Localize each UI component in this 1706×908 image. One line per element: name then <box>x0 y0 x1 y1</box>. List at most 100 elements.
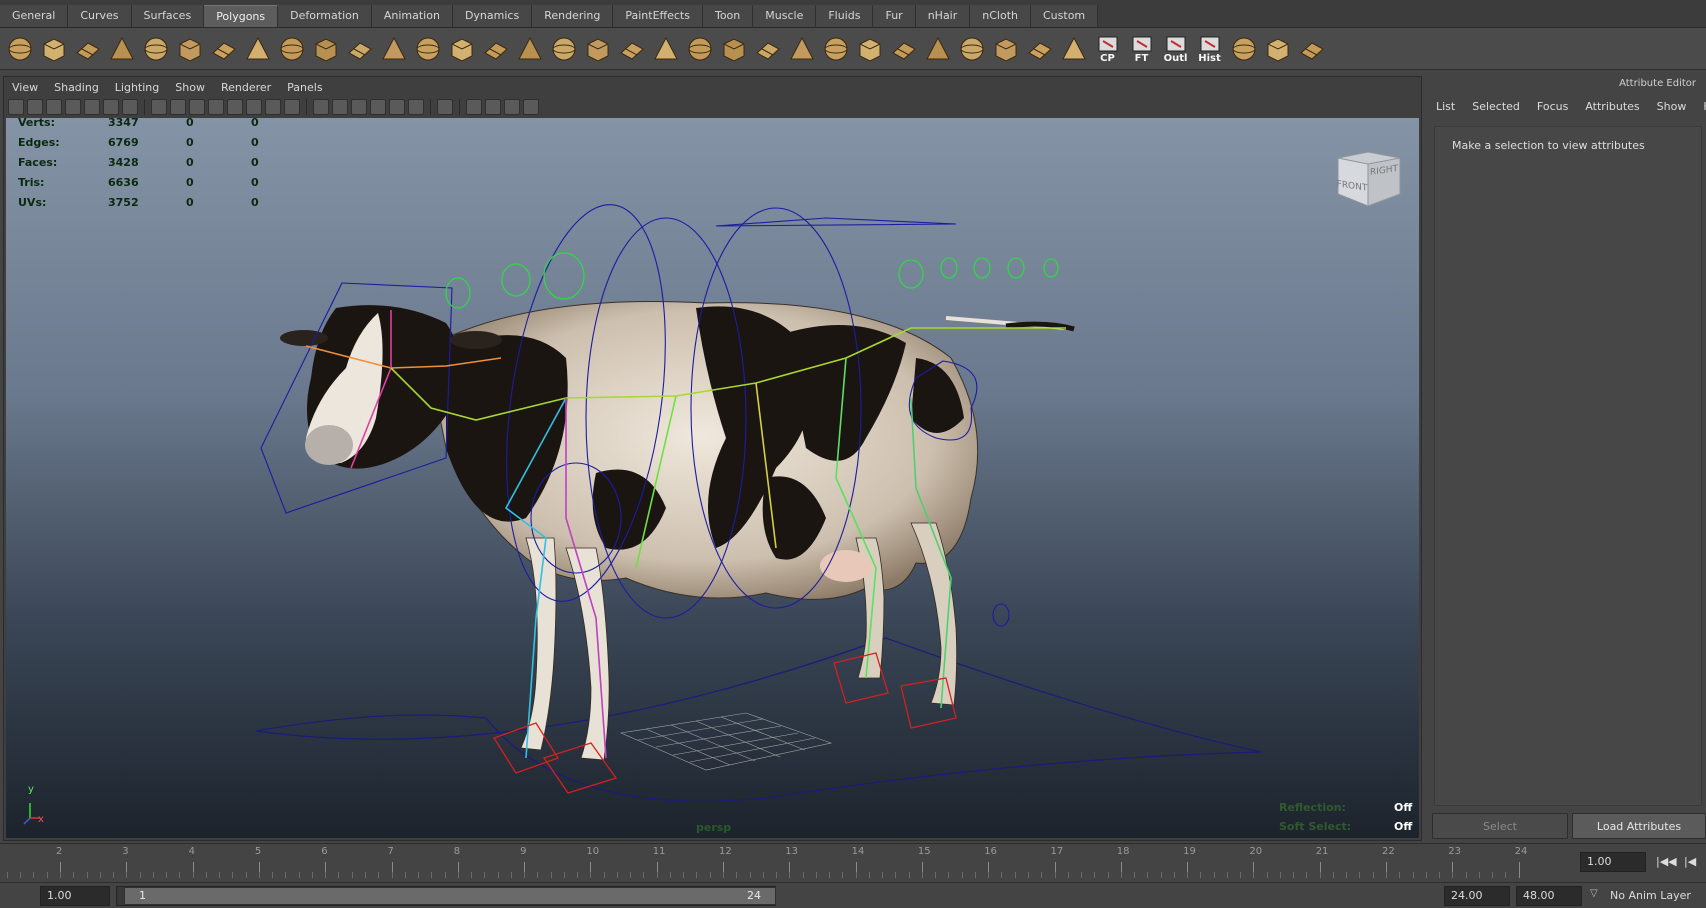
range-slider-handle[interactable]: 1 24 <box>124 887 776 905</box>
tab-ncloth[interactable]: nCloth <box>970 5 1031 27</box>
cow-rig-scene[interactable] <box>6 118 1419 838</box>
panel-tool-icon[interactable] <box>122 99 138 115</box>
merge-vertex-icon[interactable] <box>820 33 851 64</box>
poly-cube-icon[interactable] <box>38 33 69 64</box>
panel-tool-icon[interactable] <box>408 99 424 115</box>
paint-uv-icon[interactable] <box>1228 33 1259 64</box>
panel-tool-icon[interactable] <box>466 99 482 115</box>
panel-tool-icon[interactable] <box>189 99 205 115</box>
split-polygon-icon[interactable] <box>480 33 511 64</box>
panel-tool-icon[interactable] <box>151 99 167 115</box>
tab-nhair[interactable]: nHair <box>915 5 971 27</box>
panel-tool-icon[interactable] <box>485 99 501 115</box>
panel-menu-show[interactable]: Show <box>175 81 205 94</box>
go-to-start-icon[interactable]: |◀ <box>1684 855 1696 868</box>
extrude-face-icon[interactable] <box>446 33 477 64</box>
separate-icon[interactable] <box>344 33 375 64</box>
anim-end-field[interactable]: 48.00 <box>1516 886 1582 906</box>
panel-tool-icon[interactable] <box>504 99 520 115</box>
insert-edge-loop-icon[interactable] <box>514 33 545 64</box>
tab-fur[interactable]: Fur <box>873 5 916 27</box>
tab-curves[interactable]: Curves <box>68 5 132 27</box>
panel-tool-icon[interactable] <box>523 99 539 115</box>
panel-menu-view[interactable]: View <box>12 81 38 94</box>
automatic-mapping-icon[interactable] <box>1024 33 1055 64</box>
panel-tool-icon[interactable] <box>370 99 386 115</box>
transfer-icon[interactable] <box>1262 33 1293 64</box>
attr-menu-list[interactable]: List <box>1436 100 1455 113</box>
tab-dynamics[interactable]: Dynamics <box>452 5 533 27</box>
panel-tool-icon[interactable] <box>246 99 262 115</box>
perspective-viewport[interactable]: Verts: 3347 0 0 Edges: 6769 0 0 Faces: 3428 0 0 Tris… <box>6 118 1419 838</box>
panel-tool-icon[interactable] <box>46 99 62 115</box>
attr-menu-selected[interactable]: Selected <box>1472 100 1520 113</box>
panel-tool-icon[interactable] <box>459 99 460 115</box>
view-cube[interactable]: FRONT RIGHT <box>1334 150 1404 212</box>
poly-plane-icon[interactable] <box>140 33 171 64</box>
current-time-field[interactable]: 1.00 <box>1580 852 1646 872</box>
smooth-icon[interactable] <box>378 33 409 64</box>
range-start-field[interactable]: 1.00 <box>40 886 110 906</box>
poly-soccer-ball-icon[interactable] <box>276 33 307 64</box>
load-attributes-button[interactable]: Load Attributes <box>1572 813 1706 839</box>
panel-tool-icon[interactable] <box>313 99 329 115</box>
panel-tool-icon[interactable] <box>65 99 81 115</box>
panel-tool-icon[interactable] <box>144 99 145 115</box>
range-end-field[interactable]: 24.00 <box>1444 886 1510 906</box>
panel-menu-renderer[interactable]: Renderer <box>221 81 271 94</box>
cut-faces-icon[interactable] <box>854 33 885 64</box>
planar-mapping-icon[interactable] <box>922 33 953 64</box>
ft-icon[interactable]: FT <box>1126 33 1157 64</box>
step-back-key-icon[interactable]: |◀◀ <box>1656 855 1677 868</box>
panel-tool-icon[interactable] <box>332 99 348 115</box>
texture-icon[interactable] <box>1296 33 1327 64</box>
panel-menu-lighting[interactable]: Lighting <box>115 81 159 94</box>
bridge-icon[interactable] <box>582 33 613 64</box>
spherical-mapping-icon[interactable] <box>990 33 1021 64</box>
select-button[interactable]: Select <box>1432 813 1568 839</box>
attr-menu-attributes[interactable]: Attributes <box>1585 100 1639 113</box>
bevel-box-icon[interactable] <box>412 33 443 64</box>
panel-tool-icon[interactable] <box>389 99 405 115</box>
sculpt-icon[interactable] <box>888 33 919 64</box>
tab-animation[interactable]: Animation <box>371 5 453 27</box>
history-icon[interactable]: Hist <box>1194 33 1225 64</box>
panel-tool-icon[interactable] <box>306 99 307 115</box>
tab-rendering[interactable]: Rendering <box>532 5 614 27</box>
uv-editor-icon[interactable] <box>1058 33 1089 64</box>
panel-tool-icon[interactable] <box>284 99 300 115</box>
duplicate-face-icon[interactable] <box>786 33 817 64</box>
panel-tool-icon[interactable] <box>103 99 119 115</box>
panel-tool-icon[interactable] <box>437 99 453 115</box>
panel-tool-icon[interactable] <box>84 99 100 115</box>
panel-tool-icon[interactable] <box>227 99 243 115</box>
anim-layer-dropdown-icon[interactable]: ▽ <box>1590 888 1598 899</box>
poly-pipe-icon[interactable] <box>242 33 273 64</box>
make-hole-icon[interactable] <box>650 33 681 64</box>
tab-fluids[interactable]: Fluids <box>816 5 874 27</box>
cp-icon[interactable]: CP <box>1092 33 1123 64</box>
append-polygon-icon[interactable] <box>616 33 647 64</box>
panel-tool-icon[interactable] <box>430 99 431 115</box>
panel-menu-shading[interactable]: Shading <box>54 81 99 94</box>
poly-torus-icon[interactable] <box>174 33 205 64</box>
tab-custom[interactable]: Custom <box>1031 5 1099 27</box>
extrude-icon[interactable] <box>548 33 579 64</box>
tab-surfaces[interactable]: Surfaces <box>131 5 205 27</box>
tab-toon[interactable]: Toon <box>702 5 754 27</box>
poly-pyramid-icon[interactable] <box>208 33 239 64</box>
time-slider[interactable]: 1.00 |◀◀ |◀ 2 3 4 5 6 7 8 9 10 11 12 13 14 15 16 17 18 19… <box>0 843 1706 879</box>
poke-face-icon[interactable] <box>718 33 749 64</box>
poly-cone-icon[interactable] <box>106 33 137 64</box>
tab-general[interactable]: General <box>0 5 69 27</box>
poly-cylinder-icon[interactable] <box>72 33 103 64</box>
poly-sphere-icon[interactable] <box>4 33 35 64</box>
panel-tool-icon[interactable] <box>8 99 24 115</box>
panel-tool-icon[interactable] <box>27 99 43 115</box>
panel-tool-icon[interactable] <box>170 99 186 115</box>
attr-menu-show[interactable]: Show <box>1657 100 1687 113</box>
tab-muscle[interactable]: Muscle <box>753 5 817 27</box>
outliner-icon[interactable]: Outl <box>1160 33 1191 64</box>
combine-icon[interactable] <box>310 33 341 64</box>
attr-menu-focus[interactable]: Focus <box>1537 100 1568 113</box>
